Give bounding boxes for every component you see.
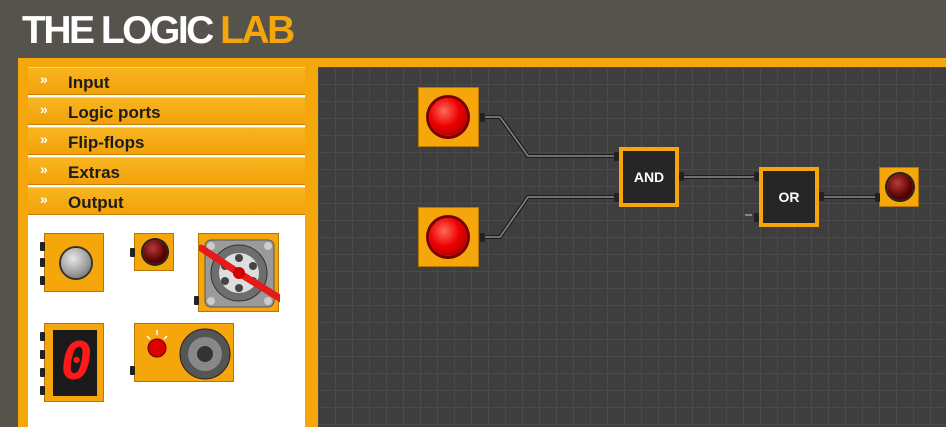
input-button-1[interactable] [418,87,485,147]
menu-output[interactable]: » Output [28,187,305,215]
app-header: THE LOGIC LAB [0,0,946,58]
push-button-icon [429,218,467,256]
palette-seven-segment[interactable]: 0 [40,323,104,402]
chevron-right-icon: » [40,131,48,147]
app-title: THE LOGIC LAB [22,9,295,52]
chevron-right-icon: » [40,191,48,207]
circuit-canvas[interactable] [318,67,946,427]
chevron-right-icon: » [40,101,48,117]
motor-fan-icon [199,239,280,308]
palette-buzzer[interactable] [130,323,234,382]
menu-logic-ports[interactable]: » Logic ports [28,97,305,125]
seven-segment-icon: 0 [53,330,97,396]
led-icon [143,240,167,264]
speaker-icon [146,328,231,380]
push-button-icon [429,98,467,136]
led-icon [887,174,913,200]
palette-led[interactable] [130,233,174,271]
lamp-icon [61,248,91,278]
palette-motor[interactable] [194,233,280,312]
palette-lamp[interactable] [40,233,104,292]
menu-extras[interactable]: » Extras [28,157,305,185]
or-gate[interactable]: OR [754,167,824,227]
chevron-right-icon: » [40,161,48,177]
output-led[interactable] [875,167,919,207]
menu-input[interactable]: » Input [28,67,305,95]
and-gate[interactable]: AND [614,147,684,207]
chevron-right-icon: » [40,71,48,87]
menu-flip-flops[interactable]: » Flip-flops [28,127,305,155]
input-button-2[interactable] [418,207,485,267]
